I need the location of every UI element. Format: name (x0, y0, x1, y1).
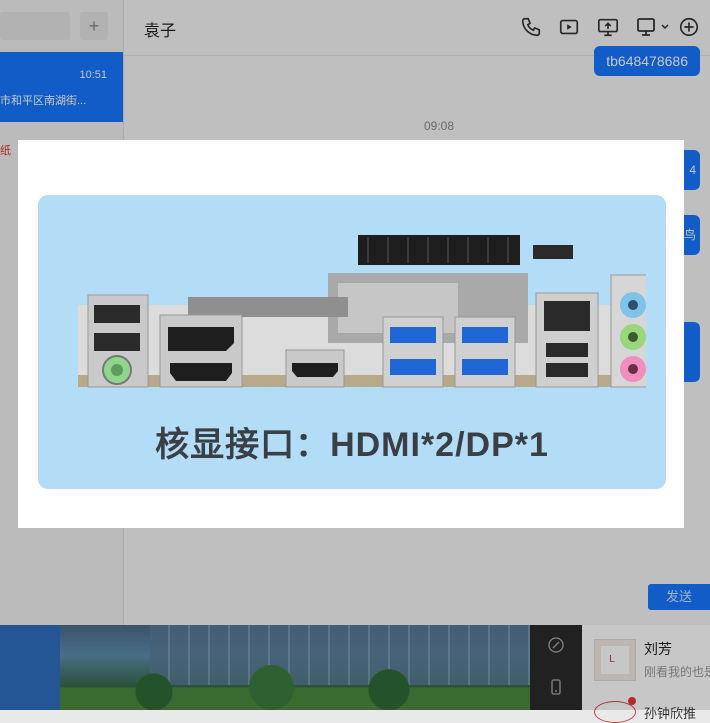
motherboard-io-image (78, 235, 646, 388)
image-viewer-overlay[interactable]: 核显接口：HDMI*2/DP*1 (0, 0, 710, 710)
product-banner: 核显接口：HDMI*2/DP*1 (38, 195, 666, 489)
image-caption: 核显接口：HDMI*2/DP*1 (155, 426, 549, 464)
image-viewer: 核显接口：HDMI*2/DP*1 (18, 140, 684, 528)
